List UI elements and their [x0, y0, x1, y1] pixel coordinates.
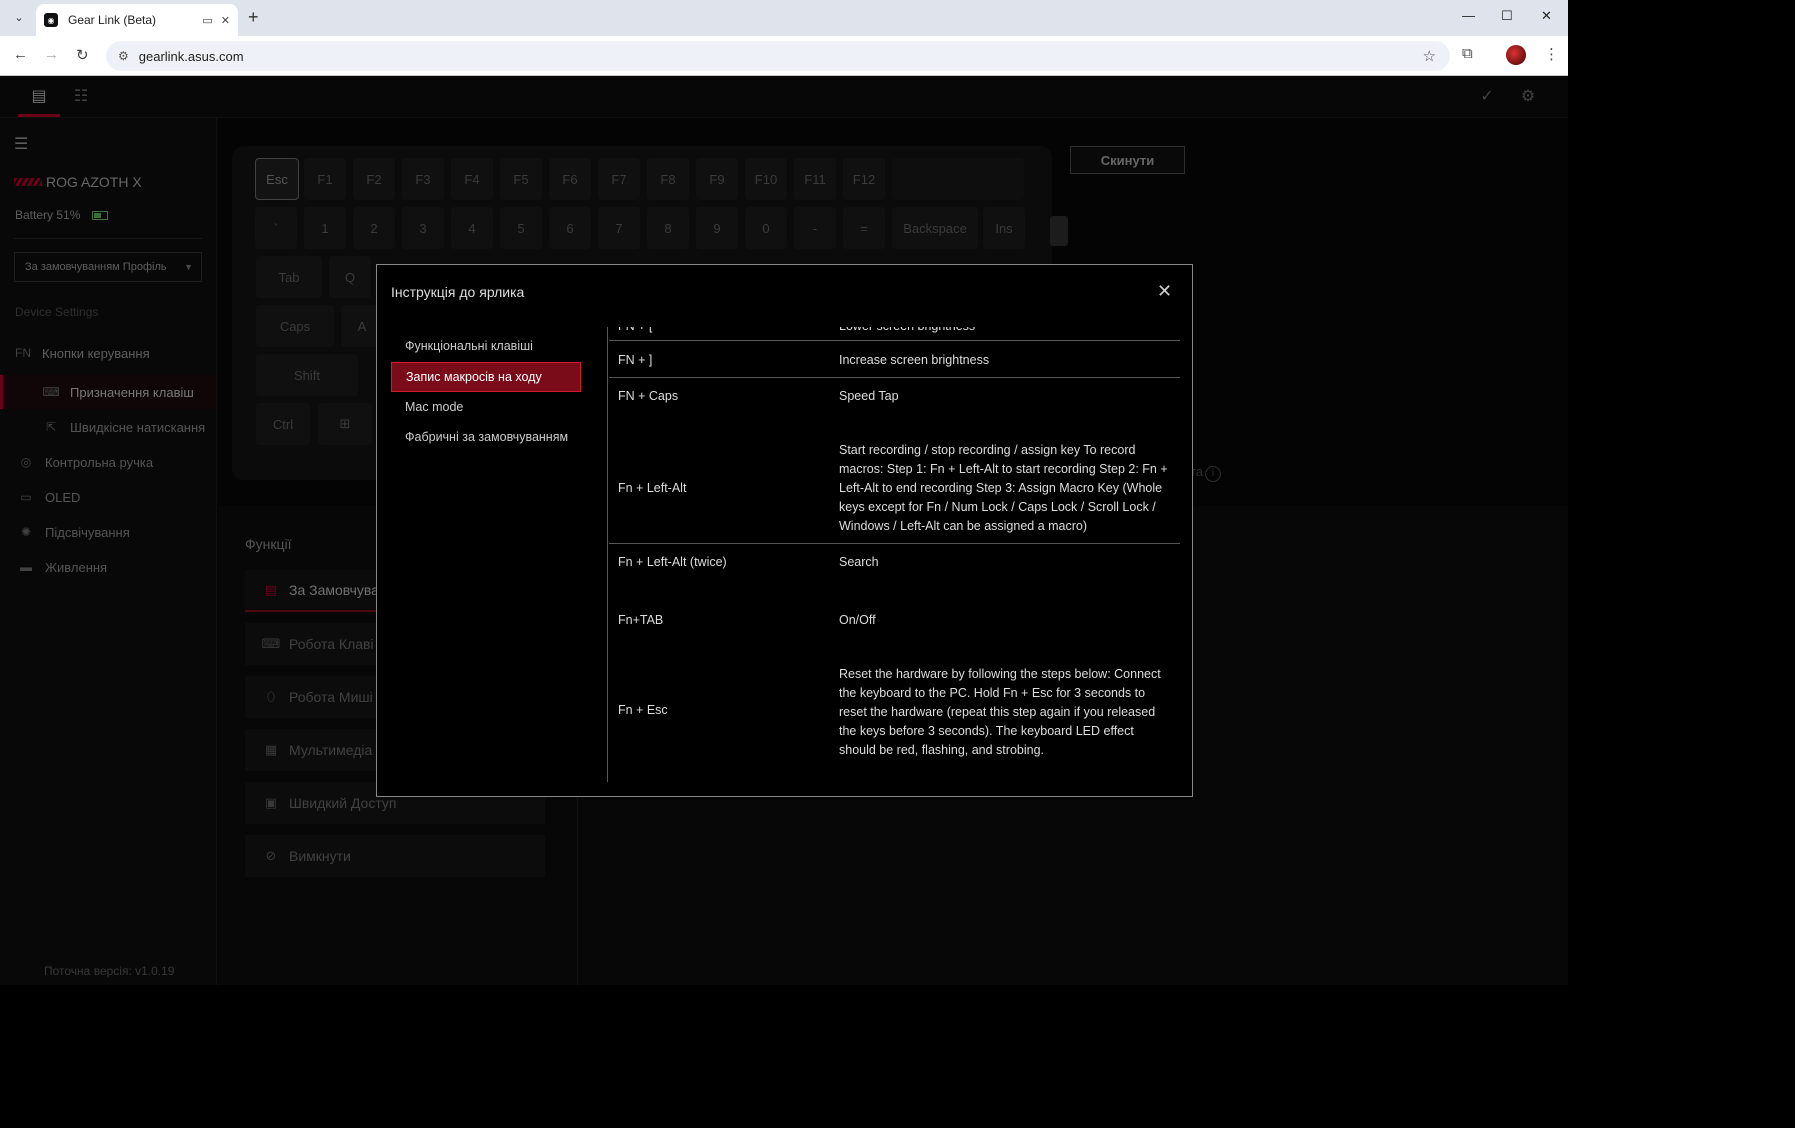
address-bar[interactable]: ⚙ gearlink.asus.com ☆	[106, 41, 1450, 71]
table-row: FN + [ Lower screen brightness	[609, 327, 1180, 341]
browser-toolbar: ← → ↻ ⚙ gearlink.asus.com ☆ ⧉ ⋮	[0, 36, 1568, 76]
table-row: Fn + Esc Reset the hardware by following…	[609, 660, 1180, 770]
shortcut-key: FN + ]	[618, 353, 653, 367]
tab-search-button[interactable]: ⌄	[8, 6, 30, 28]
shortcut-key: Fn + Left-Alt	[618, 481, 687, 495]
shortcut-key: FN + Caps	[618, 389, 679, 403]
shortcut-description: Lower screen brightness	[839, 327, 1174, 336]
window-close-icon[interactable]: ✕	[1541, 8, 1552, 24]
shortcut-description: Search	[839, 555, 879, 569]
table-row: Fn + Left-Alt Start recording / stop rec…	[609, 419, 1180, 544]
site-info-icon[interactable]: ⚙	[118, 49, 129, 63]
table-row: FN + Caps Speed Tap	[609, 379, 1180, 419]
shortcut-description: On/Off	[839, 613, 876, 627]
table-row: Fn + Left-Alt (twice) Search	[609, 545, 1180, 585]
back-icon[interactable]: ←	[13, 46, 28, 63]
tab-close-icon[interactable]: ✕	[221, 14, 230, 27]
profile-avatar[interactable]	[1506, 45, 1526, 65]
modal-title: Інструкція до ярлика	[391, 284, 525, 300]
shortcut-key: Fn + Esc	[618, 703, 668, 717]
shortcut-key: Fn+TAB	[618, 613, 664, 627]
modal-nav-mac-mode[interactable]: Mac mode	[391, 392, 581, 422]
shortcut-description: Speed Tap	[839, 389, 899, 403]
browser-tab[interactable]: ◉ Gear Link (Beta) ▭ ✕	[36, 4, 238, 36]
new-tab-button[interactable]: +	[248, 7, 259, 28]
modal-nav-function-keys[interactable]: Функціональні клавіші	[391, 331, 581, 361]
tab-title: Gear Link (Beta)	[68, 13, 157, 27]
gearlink-app: ▤ ☷ ✓ ⚙ ☰ ROG AZOTH X Battery 51% За зам…	[0, 76, 1568, 985]
shortcut-key: FN + [	[618, 327, 652, 333]
modal-nav-factory-default[interactable]: Фабричні за замовчуванням	[391, 422, 581, 452]
modal-nav-macro-recording[interactable]: Запис макросів на ходу	[391, 362, 581, 392]
bookmark-star-icon[interactable]: ☆	[1423, 47, 1436, 65]
shortcut-guide-modal: Інструкція до ярлика ✕ Функціональні кла…	[376, 264, 1193, 797]
gearlink-favicon: ◉	[44, 13, 58, 27]
shortcut-description: Increase screen brightness	[839, 353, 990, 367]
reload-icon[interactable]: ↻	[76, 46, 89, 64]
table-row: Fn+TAB On/Off	[609, 603, 1180, 643]
url-text: gearlink.asus.com	[138, 48, 244, 64]
browser-tabbar: ⌄ ◉ Gear Link (Beta) ▭ ✕ + — ☐ ✕	[0, 0, 1568, 36]
shortcut-description: Start recording / stop recording / assig…	[839, 443, 1168, 533]
minimize-icon[interactable]: —	[1462, 8, 1475, 23]
forward-icon[interactable]: →	[44, 46, 59, 63]
browser-menu-icon[interactable]: ⋮	[1544, 45, 1559, 63]
modal-divider	[607, 327, 608, 782]
tab-media-icon: ▭	[202, 14, 213, 27]
table-row: FN + ] Increase screen brightness	[609, 341, 1180, 378]
maximize-icon[interactable]: ☐	[1501, 8, 1513, 24]
shortcut-key: Fn + Left-Alt (twice)	[618, 555, 727, 569]
shortcut-description: Reset the hardware by following the step…	[839, 667, 1161, 757]
shortcut-table[interactable]: FN + [ Lower screen brightness FN + ] In…	[609, 327, 1180, 782]
extensions-icon[interactable]: ⧉	[1462, 45, 1473, 62]
close-icon[interactable]: ✕	[1157, 281, 1172, 302]
